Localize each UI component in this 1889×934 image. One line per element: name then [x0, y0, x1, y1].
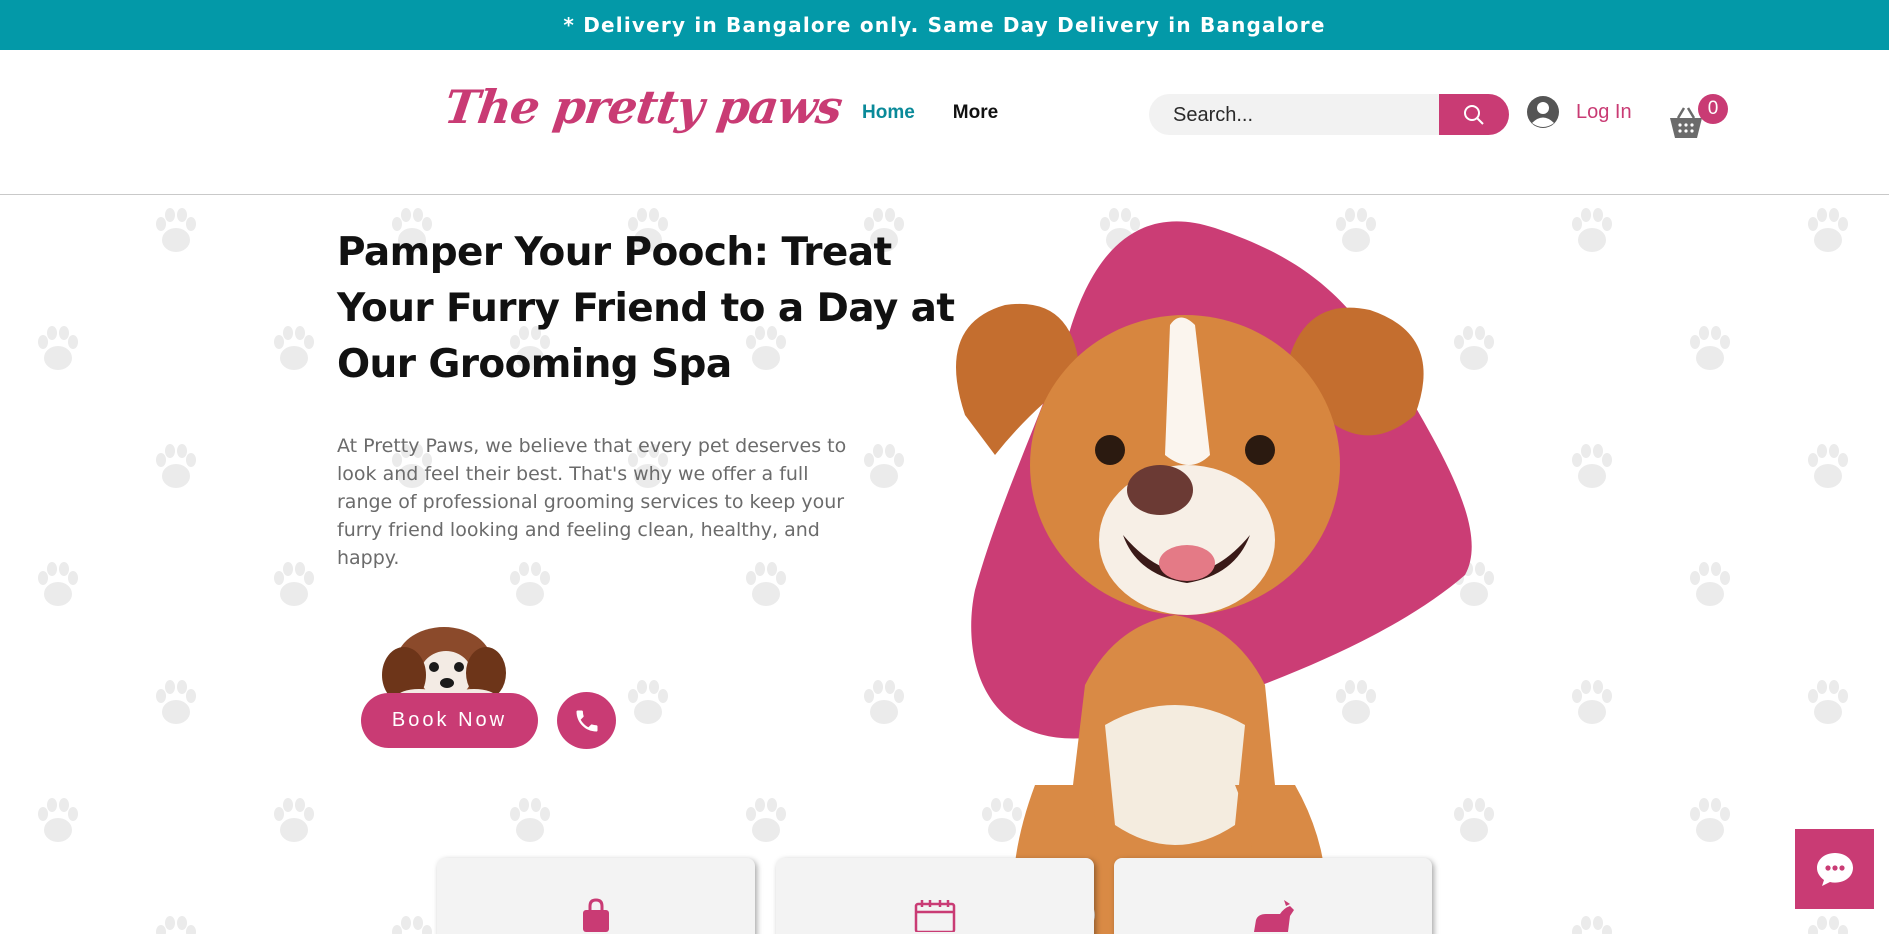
cart-button[interactable]: 0	[1666, 94, 1728, 140]
book-now-button[interactable]: Book Now	[361, 693, 538, 748]
user-avatar-icon	[1527, 96, 1559, 128]
phone-icon	[576, 710, 597, 731]
service-card-grooming[interactable]	[1114, 858, 1432, 934]
hero-section: Pamper Your Pooch: Treat Your Furry Frie…	[0, 195, 1889, 934]
search-icon	[1464, 104, 1484, 125]
service-card-shop[interactable]	[437, 858, 755, 934]
dog-photo	[956, 303, 1424, 934]
search-button[interactable]	[1439, 94, 1509, 135]
call-button[interactable]	[557, 692, 616, 749]
announcement-bar: * Delivery in Bangalore only. Same Day D…	[0, 0, 1889, 50]
login-label: Log In	[1576, 100, 1632, 123]
login-button[interactable]: Log In	[1526, 95, 1632, 129]
calendar-icon	[914, 900, 956, 932]
puppy-illustration	[382, 627, 506, 703]
search-bar	[1149, 94, 1509, 135]
announcement-text: * Delivery in Bangalore only. Same Day D…	[563, 13, 1326, 37]
main-nav: Home More	[862, 102, 998, 124]
hero-description: At Pretty Paws, we believe that every pe…	[337, 435, 847, 569]
nav-home[interactable]: Home	[862, 102, 915, 124]
cart-count-badge: 0	[1698, 94, 1728, 124]
chat-widget-button[interactable]	[1795, 829, 1874, 909]
service-card-booking[interactable]	[776, 858, 1094, 934]
dog-icon	[1254, 900, 1294, 932]
shopping-bag-icon	[583, 898, 609, 932]
site-header: The pretty paws Home More Log In 0	[0, 50, 1889, 195]
search-input[interactable]	[1171, 94, 1465, 135]
site-logo[interactable]: The pretty paws	[441, 80, 845, 134]
nav-more[interactable]: More	[953, 102, 998, 124]
chat-bubble-icon	[1816, 853, 1853, 886]
hero-headline: Pamper Your Pooch: Treat Your Furry Frie…	[337, 230, 955, 387]
